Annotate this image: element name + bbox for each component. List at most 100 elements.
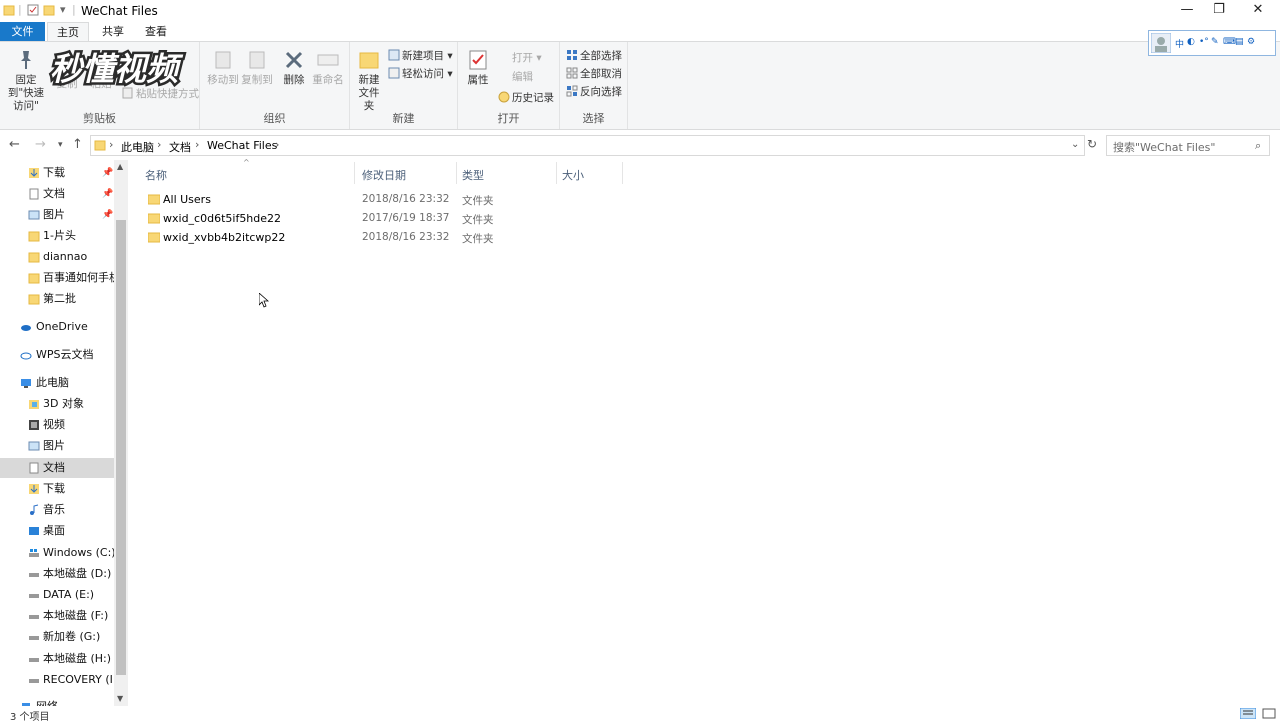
nav-item-wps-cloud[interactable]: WPS云文档 (0, 345, 114, 365)
nav-item-drive[interactable]: RECOVERY (I:) (0, 670, 114, 690)
nav-item-this-pc[interactable]: 此电脑 (0, 373, 114, 393)
pin-icon[interactable]: 📌 (102, 184, 113, 204)
column-header-size[interactable]: 大小 (562, 167, 584, 183)
up-arrow-icon[interactable]: ↑ (72, 137, 83, 152)
nav-item-videos[interactable]: 视频 (0, 415, 114, 435)
computer-icon (21, 379, 31, 388)
nav-item-folder[interactable]: diannao (0, 247, 114, 267)
tab-share[interactable]: 共享 (92, 22, 134, 42)
breadcrumb-this-pc[interactable]: 此电脑 (121, 139, 154, 155)
delete-button[interactable]: 删除 (280, 48, 308, 87)
select-all-icon (567, 50, 577, 60)
downloads-icon (29, 484, 39, 494)
nav-item-drive[interactable]: DATA (E:) (0, 585, 114, 605)
column-header-date[interactable]: 修改日期 (362, 167, 406, 183)
nav-item-onedrive[interactable]: OneDrive (0, 317, 114, 337)
refresh-icon[interactable]: ↻ (1087, 137, 1097, 151)
breadcrumb-separator-icon[interactable]: › (109, 138, 113, 151)
ime-punctuation-icon[interactable]: •° (1199, 37, 1209, 47)
forward-arrow-icon[interactable]: → (35, 137, 46, 152)
close-button[interactable]: ✕ (1235, 0, 1280, 22)
file-name: wxid_xvbb4b2itcwp22 (163, 231, 286, 244)
new-folder-icon[interactable] (43, 4, 55, 16)
organize-group-label: 组织 (263, 112, 286, 125)
edit-button[interactable]: 编辑 (498, 69, 533, 85)
nav-item-downloads[interactable]: 下载 📌 (0, 163, 114, 183)
select-none-button[interactable]: 全部取消 (566, 66, 622, 82)
details-view-icon[interactable] (1240, 708, 1256, 719)
scroll-up-icon[interactable]: ▲ (117, 162, 123, 171)
pictures-icon (28, 210, 40, 220)
breadcrumb-wechat-files[interactable]: WeChat Files (207, 139, 277, 152)
pin-icon (21, 51, 31, 69)
customize-quick-access-icon[interactable]: ▾ (60, 3, 66, 16)
nav-item-drive[interactable]: Windows (C:) (0, 543, 114, 563)
large-icons-view-icon[interactable] (1262, 708, 1276, 719)
nav-item-3d-objects[interactable]: 3D 对象 (0, 394, 114, 414)
nav-item-network[interactable]: 网络 (0, 697, 114, 706)
nav-item-drive[interactable]: 本地磁盘 (F:) (0, 606, 114, 626)
file-row[interactable]: wxid_xvbb4b2itcwp22 2018/8/16 23:32 文件夹 (138, 228, 658, 247)
new-item-button[interactable]: 新建项目 ▾ (388, 48, 453, 64)
properties-icon[interactable] (27, 4, 39, 16)
nav-item-desktop[interactable]: 桌面 (0, 521, 114, 541)
properties-button[interactable]: 属性 (464, 48, 492, 87)
open-button[interactable]: 打开 ▾ (498, 50, 542, 66)
file-row[interactable]: All Users 2018/8/16 23:32 文件夹 (138, 190, 658, 209)
ime-half-width-icon[interactable]: ◐ (1187, 37, 1195, 47)
nav-item-drive[interactable]: 新加卷 (G:) (0, 627, 114, 647)
nav-item-downloads[interactable]: 下载 (0, 479, 114, 499)
recent-locations-icon[interactable]: ▾ (58, 140, 63, 150)
address-bar[interactable]: › 此电脑 › 文档 › WeChat Files › ⌄ (90, 135, 1085, 156)
file-name: All Users (163, 193, 211, 206)
scrollbar-thumb[interactable] (116, 220, 126, 675)
nav-item-pictures[interactable]: 图片 📌 (0, 205, 114, 225)
pin-icon[interactable]: 📌 (102, 163, 113, 183)
ime-handwriting-icon[interactable]: ✎ (1211, 37, 1219, 47)
ime-settings-icon[interactable]: ⚙ (1247, 37, 1255, 47)
search-input[interactable]: 搜索"WeChat Files" ⌕ (1106, 135, 1270, 156)
column-header-name[interactable]: 名称 (145, 167, 167, 183)
breadcrumb-separator-icon[interactable]: › (157, 138, 161, 151)
scroll-down-icon[interactable]: ▼ (117, 694, 123, 703)
ime-avatar-icon[interactable] (1151, 33, 1171, 53)
address-dropdown-icon[interactable]: ⌄ (1071, 139, 1079, 150)
nav-item-folder[interactable]: 百事通如何手机 (0, 268, 114, 288)
tab-home[interactable]: 主页 (47, 22, 89, 42)
nav-item-drive[interactable]: 本地磁盘 (H:) (0, 649, 114, 669)
ime-toolbox-icon[interactable]: ▤ (1235, 37, 1244, 47)
desktop-icon (29, 527, 39, 535)
drive-icon (29, 636, 39, 640)
breadcrumb-separator-icon[interactable]: › (275, 138, 279, 151)
nav-item-music[interactable]: 音乐 (0, 500, 114, 520)
breadcrumb-documents[interactable]: 文档 (169, 139, 191, 155)
ime-chinese-mode[interactable]: 中 (1175, 37, 1184, 50)
nav-item-documents-selected[interactable]: 文档 (0, 458, 114, 478)
search-icon[interactable]: ⌕ (1255, 139, 1261, 153)
select-all-button[interactable]: 全部选择 (566, 48, 622, 64)
invert-selection-button[interactable]: 反向选择 (566, 84, 622, 100)
nav-item-folder[interactable]: 1-片头 (0, 226, 114, 246)
easy-access-button[interactable]: 轻松访问 ▾ (388, 66, 453, 82)
new-folder-button[interactable]: 新建文件夹 (354, 48, 384, 113)
watermark-text: 秒懂视频 (50, 50, 184, 88)
drive-icon (29, 679, 39, 683)
nav-item-folder[interactable]: 第二批 (0, 289, 114, 309)
nav-item-drive[interactable]: 本地磁盘 (D:) (0, 564, 114, 584)
file-row[interactable]: wxid_c0d6t5if5hde22 2017/6/19 18:37 文件夹 (138, 209, 658, 228)
tab-file[interactable]: 文件 (0, 22, 45, 42)
ime-toolbar: 中 ◐ •° ✎ ⌨ ▤ ⚙ (1148, 30, 1276, 56)
pin-icon[interactable]: 📌 (102, 205, 113, 225)
breadcrumb-separator-icon[interactable]: › (195, 138, 199, 151)
back-arrow-icon[interactable]: ← (9, 137, 20, 152)
history-button[interactable]: 历史记录 (498, 90, 554, 106)
tab-view[interactable]: 查看 (136, 22, 176, 42)
nav-item-documents[interactable]: 文档 📌 (0, 184, 114, 204)
column-header-type[interactable]: 类型 (462, 167, 484, 183)
rename-button[interactable]: 重命名 (310, 48, 346, 87)
pin-quick-access-button[interactable]: 固定到"快速访问" (4, 48, 48, 113)
nav-item-pictures[interactable]: 图片 (0, 436, 114, 456)
file-date: 2018/8/16 23:32 (362, 231, 450, 243)
title-bar: | ▾ | WeChat Files — ❐ ✕ (0, 0, 1280, 22)
copy-to-button[interactable]: 复制到 (240, 48, 274, 87)
